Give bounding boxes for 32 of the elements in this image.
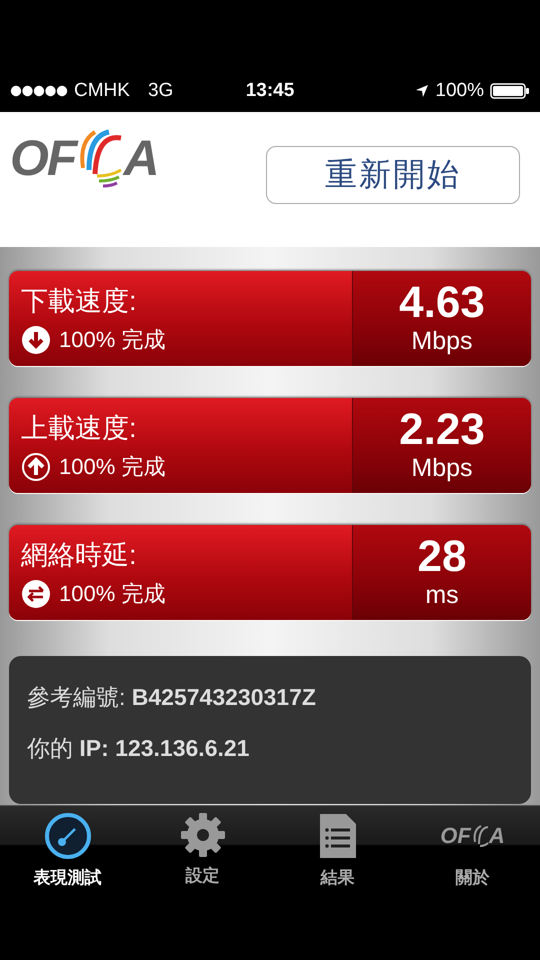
progress-text: 100% 完成	[59, 326, 166, 354]
network-type: 3G	[148, 80, 174, 102]
swap-arrows-icon	[21, 578, 51, 608]
carrier-name: CMHK	[74, 80, 130, 102]
metric-title: 下載速度:	[21, 284, 138, 318]
settings-icon	[180, 812, 226, 858]
document-list-icon	[318, 812, 358, 860]
metric-unit: Mbps	[411, 327, 473, 356]
clock-time: 13:45	[246, 80, 294, 102]
tab-item[interactable]: OF A 關於	[405, 806, 540, 901]
signal-icon	[10, 85, 68, 97]
metric-unit: Mbps	[411, 454, 473, 483]
ofca-logo: OF A	[440, 822, 505, 850]
battery-icon	[490, 83, 530, 99]
tab-item[interactable]: 表現測試	[0, 806, 135, 901]
metric-value: 4.63	[399, 281, 485, 325]
restart-button[interactable]: 重新開始	[266, 146, 520, 204]
tab-item[interactable]: 結果	[270, 806, 405, 901]
metric-title: 網絡時延:	[21, 538, 138, 572]
info-line: 你的 IP: 123.136.6.21	[27, 734, 250, 763]
metric-value: 2.23	[399, 408, 485, 452]
ofca-logo: OF A	[10, 128, 158, 188]
metric-unit: ms	[425, 581, 459, 610]
tab-item[interactable]: 設定	[135, 806, 270, 901]
metric-value: 28	[418, 535, 466, 579]
metric-title: 上載速度:	[21, 412, 138, 444]
progress-text: 100% 完成	[59, 580, 166, 608]
info-line: 參考編號: B425743230317Z	[27, 683, 317, 712]
progress-text: 100% 完成	[59, 452, 166, 480]
location-arrow-icon	[415, 84, 430, 98]
speedometer-icon	[44, 812, 92, 860]
battery-percent: 100%	[435, 80, 484, 102]
